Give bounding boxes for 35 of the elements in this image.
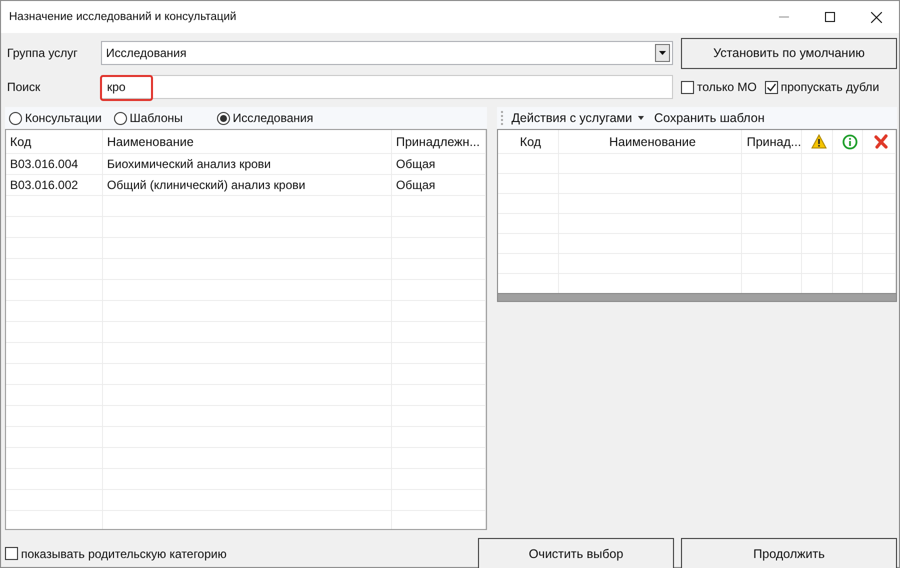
search-field[interactable]: кро (101, 75, 673, 99)
table-cell: Биохимический анализ крови (103, 154, 392, 174)
table-cell: Общая (392, 154, 486, 174)
warning-icon (811, 134, 828, 149)
table-cell: B03.016.004 (6, 154, 103, 174)
column-header[interactable]: Принад... (742, 130, 802, 153)
table-cell: B03.016.002 (6, 175, 103, 195)
set-default-button[interactable]: Установить по умолчанию (681, 38, 897, 68)
service-group-label: Группа услуг (6, 46, 79, 60)
parent-category-checkbox[interactable]: показывать родительскую категорию (5, 546, 227, 560)
category-radio[interactable]: Исследования (216, 111, 314, 125)
column-header[interactable]: Код (498, 130, 560, 153)
close-icon (870, 12, 882, 22)
column-header[interactable]: Принадлежн... (392, 130, 486, 153)
column-header[interactable]: Код (6, 130, 103, 153)
save-template-button[interactable]: Сохранить шаблон (652, 111, 767, 125)
caret-icon (638, 116, 644, 120)
actions-menu[interactable]: Действия с услугами (509, 111, 646, 125)
filter-checkbox[interactable]: пропускать дубли (764, 80, 880, 94)
category-radio[interactable]: Шаблоны (114, 111, 183, 125)
info-icon (842, 134, 858, 150)
window-title: Назначение исследований и консультаций (9, 11, 238, 23)
service-group-dropdown[interactable]: Исследования (101, 41, 673, 65)
column-header[interactable]: Наименование (559, 130, 742, 153)
filter-checkbox[interactable]: только МО (681, 80, 757, 94)
checkmark-icon (766, 82, 777, 92)
search-label: Поиск (6, 80, 42, 94)
column-header[interactable]: Наименование (103, 130, 392, 153)
category-radio[interactable]: Консультации (9, 111, 102, 125)
table-cell: Общий (клинический) анализ крови (103, 175, 392, 195)
table-cell: Общая (392, 175, 486, 195)
continue-button[interactable]: Продолжить (681, 538, 897, 568)
clear-selection-button[interactable]: Очистить выбор (478, 538, 674, 568)
maximize-icon (825, 12, 835, 22)
delete-icon (874, 134, 889, 149)
